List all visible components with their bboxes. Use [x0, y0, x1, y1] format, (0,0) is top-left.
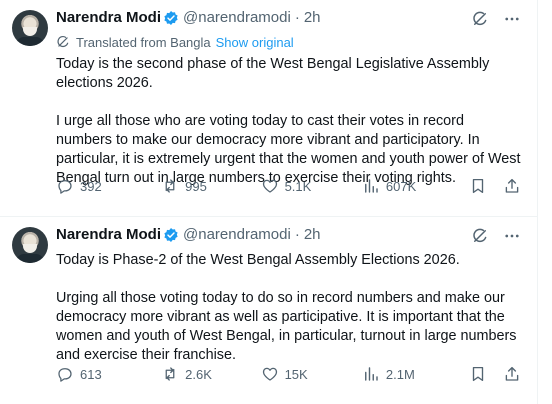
reply-button[interactable]: 613: [56, 365, 161, 383]
like-button[interactable]: 15K: [261, 365, 362, 383]
tweet-header: Narendra Modi @narendramodi · 2h: [56, 227, 521, 243]
grok-icon[interactable]: [471, 10, 489, 28]
tweet-actions: 613 2.6K 15K 2.1M: [56, 364, 521, 384]
tweet[interactable]: Narendra Modi @narendramodi · 2h Transla…: [0, 0, 537, 216]
view-count: 607K: [385, 178, 417, 194]
timestamp[interactable]: 2h: [304, 227, 321, 243]
views-icon: [364, 367, 378, 381]
repost-icon: [165, 179, 175, 193]
tweet-paragraph: Today is the second phase of the West Be…: [56, 56, 490, 91]
more-icon[interactable]: [503, 10, 521, 28]
repost-button[interactable]: 995: [161, 177, 260, 195]
heart-icon: [262, 367, 277, 381]
translated-label: Translated from Bangla: [76, 34, 211, 50]
view-count: 2.1M: [385, 366, 415, 382]
tweet-text: Today is the second phase of the West Be…: [56, 55, 521, 188]
repost-icon: [165, 367, 175, 381]
tweet-paragraph: Urging all those voting today to do so i…: [56, 290, 517, 363]
reply-count: 392: [80, 178, 102, 194]
bookmark-icon[interactable]: [469, 177, 487, 195]
tweet-paragraph: Today is Phase-2 of the West Bengal Asse…: [56, 252, 460, 268]
tweet-header: Narendra Modi @narendramodi · 2h: [56, 10, 521, 26]
author-name[interactable]: Narendra Modi: [56, 227, 161, 243]
translation-note: Translated from Bangla Show original: [56, 33, 521, 51]
timeline: Narendra Modi @narendramodi · 2h Transla…: [0, 0, 538, 404]
more-icon[interactable]: [503, 227, 521, 245]
tweet-text: Today is Phase-2 of the West Bengal Asse…: [56, 251, 521, 365]
avatar[interactable]: [12, 227, 48, 263]
views-button[interactable]: 2.1M: [362, 365, 469, 383]
tweet-header-actions: [471, 227, 521, 245]
grok-icon[interactable]: [471, 227, 489, 245]
views-icon: [364, 179, 378, 193]
author-handle[interactable]: @narendramodi: [183, 10, 291, 26]
separator: ·: [294, 9, 300, 26]
views-button[interactable]: 607K: [362, 177, 469, 195]
verified-badge-icon: [163, 227, 179, 243]
tweet-secondary-actions: [469, 177, 521, 195]
repost-count: 2.6K: [185, 366, 212, 382]
repost-button[interactable]: 2.6K: [161, 365, 260, 383]
timestamp[interactable]: 2h: [304, 10, 321, 26]
avatar[interactable]: [12, 10, 48, 46]
like-button[interactable]: 5.1K: [261, 177, 362, 195]
verified-badge-icon: [163, 10, 179, 26]
translate-icon: [56, 35, 70, 49]
tweet-actions: 392 995 5.1K 607K: [56, 176, 521, 196]
reply-icon: [58, 180, 72, 194]
author-handle[interactable]: @narendramodi: [183, 227, 291, 243]
separator: ·: [294, 226, 300, 243]
reply-count: 613: [80, 366, 102, 382]
like-count: 15K: [284, 366, 308, 382]
bookmark-icon[interactable]: [469, 365, 487, 383]
share-icon[interactable]: [503, 177, 521, 195]
heart-icon: [262, 179, 277, 193]
like-count: 5.1K: [284, 178, 312, 194]
show-original-link[interactable]: Show original: [216, 35, 294, 50]
author-name[interactable]: Narendra Modi: [56, 10, 161, 26]
tweet-secondary-actions: [469, 365, 521, 383]
reply-button[interactable]: 392: [56, 177, 161, 195]
reply-icon: [58, 368, 72, 382]
tweet-header-actions: [471, 10, 521, 28]
share-icon[interactable]: [503, 365, 521, 383]
repost-count: 995: [185, 178, 207, 194]
